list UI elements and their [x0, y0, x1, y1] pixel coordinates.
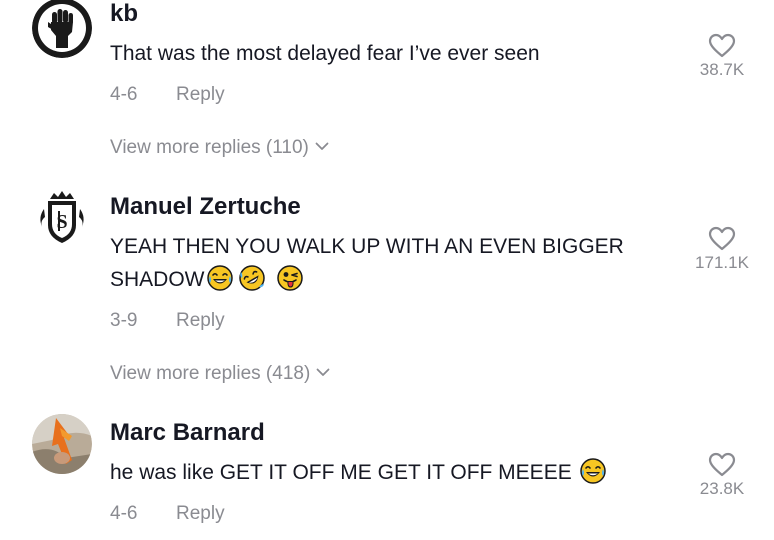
view-more-replies-button[interactable]: View more replies (418) — [110, 363, 330, 385]
tears-of-joy-emoji-icon — [206, 265, 233, 301]
rolling-laughing-emoji-icon — [238, 265, 265, 301]
username[interactable]: kb — [110, 0, 138, 28]
comment-text-content: That was the most delayed fear I’ve ever… — [110, 42, 540, 65]
heart-icon — [708, 226, 736, 251]
view-more-replies-label: View more replies (418) — [110, 363, 311, 384]
tears-of-joy-emoji-icon — [579, 458, 606, 494]
reply-button[interactable]: Reply — [176, 503, 225, 525]
reply-button[interactable]: Reply — [176, 310, 225, 332]
comment-date: 3-9 — [110, 310, 138, 331]
avatar[interactable] — [32, 414, 92, 474]
comment-text-content: YEAH THEN YOU WALK UP WITH AN EVEN BIGGE… — [110, 235, 624, 291]
avatar[interactable] — [32, 0, 92, 58]
like-count: 171.1K — [695, 253, 749, 272]
comment-date: 4-6 — [110, 503, 138, 524]
chevron-down-icon — [316, 368, 330, 376]
comment-text: YEAH THEN YOU WALK UP WITH AN EVEN BIGGE… — [110, 230, 680, 301]
winking-tongue-emoji-icon — [276, 265, 303, 301]
comment-text-content: he was like GET IT OFF ME GET IT OFF MEE… — [110, 461, 572, 484]
raised-fist-icon — [32, 0, 92, 58]
like-count: 38.7K — [699, 60, 745, 79]
like-button[interactable]: 171.1K — [682, 226, 762, 273]
username[interactable]: Marc Barnard — [110, 419, 265, 447]
heart-icon — [708, 33, 736, 58]
heart-icon — [708, 452, 736, 477]
comment-meta: 4-6 Reply — [110, 84, 225, 106]
like-button[interactable]: 23.8K — [682, 452, 762, 499]
like-count: 23.8K — [699, 479, 745, 498]
crest-icon: S — [32, 187, 92, 247]
comment-meta: 3-9 Reply — [110, 310, 225, 332]
comment-text: he was like GET IT OFF ME GET IT OFF MEE… — [110, 456, 680, 494]
username[interactable]: Manuel Zertuche — [110, 193, 301, 221]
avatar[interactable]: S — [32, 187, 92, 247]
comment-meta: 4-6 Reply — [110, 503, 225, 525]
reply-button[interactable]: Reply — [176, 84, 225, 106]
comment-date: 4-6 — [110, 84, 138, 105]
view-more-replies-label: View more replies (110) — [110, 137, 309, 158]
comment-text: That was the most delayed fear I’ve ever… — [110, 37, 680, 70]
comment-list: kb That was the most delayed fear I’ve e… — [0, 0, 774, 540]
chevron-down-icon — [315, 142, 329, 150]
view-more-replies-button[interactable]: View more replies (110) — [110, 137, 329, 159]
like-button[interactable]: 38.7K — [682, 33, 762, 80]
photo-icon — [32, 414, 92, 474]
